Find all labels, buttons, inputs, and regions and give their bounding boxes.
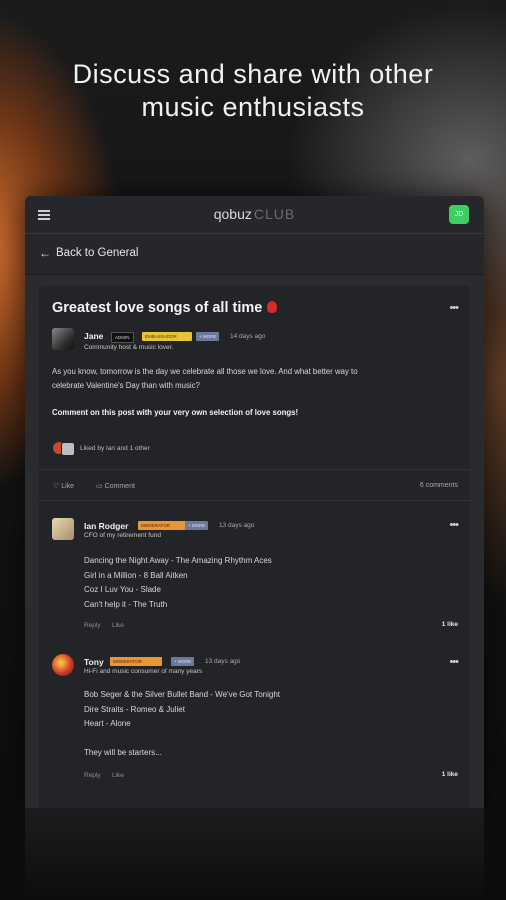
back-bar[interactable]: ← Back to General: [25, 234, 484, 275]
comment-time: 13 days ago: [205, 658, 241, 665]
like-button[interactable]: ♡ Like: [53, 482, 74, 490]
reflection: [25, 808, 484, 900]
author-subtitle: CFO of my retirement fund: [84, 532, 161, 539]
like-count: 1 like: [441, 621, 458, 628]
post-title: Greatest love songs of all time: [52, 300, 278, 316]
comment-body: Bob Seger & the Silver Bullet Band - We'…: [84, 690, 281, 757]
like-count: 1 like: [441, 771, 458, 778]
logo-text: qobuz: [213, 206, 252, 222]
post-card: Greatest love songs of all time ••• Jane…: [39, 286, 470, 808]
reply-button[interactable]: Reply: [84, 772, 101, 779]
comment-body: Dancing the Night Away - The Amazing Rhy…: [84, 556, 272, 609]
divider: [39, 469, 470, 470]
post-body: As you know, tomorrow is the day we cele…: [52, 367, 358, 390]
back-label[interactable]: Back to General: [56, 247, 138, 259]
avatar[interactable]: [52, 654, 74, 676]
headline-line-2: music enthusiasts: [141, 92, 365, 122]
post-time: 14 days ago: [230, 333, 266, 340]
comment-more-icon[interactable]: •••: [449, 656, 459, 668]
author-subtitle: Community host & music lover.: [84, 344, 174, 351]
author-subtitle: Hi-Fi and music consumer of many years: [84, 668, 203, 675]
more-badge[interactable]: + MORE: [171, 657, 195, 666]
avatar[interactable]: [52, 518, 74, 540]
reply-button[interactable]: Reply: [84, 622, 101, 629]
comment-time: 13 days ago: [219, 522, 255, 529]
more-badge[interactable]: + MORE: [185, 521, 209, 530]
rose-icon: [267, 301, 278, 313]
avatar: [61, 442, 75, 456]
comment-author[interactable]: Ian Rodger: [84, 521, 128, 531]
comment-button[interactable]: ▭ Comment: [96, 482, 135, 490]
avatar[interactable]: [52, 328, 74, 350]
comment-author[interactable]: Tony: [84, 657, 104, 667]
status-badge: MODERATOR: [138, 521, 190, 530]
headline: Discuss and share with other music enthu…: [0, 58, 506, 124]
back-arrow-icon[interactable]: ←: [39, 246, 51, 260]
status-badge: EMBASSADOR: [142, 332, 192, 341]
user-avatar[interactable]: JD: [449, 205, 469, 224]
logo-suffix: CLUB: [253, 206, 296, 222]
like-comment-button[interactable]: Like: [112, 622, 124, 629]
post-body-bold: Comment on this post with your very own …: [52, 408, 299, 417]
like-comment-button[interactable]: Like: [112, 772, 124, 779]
post-more-icon[interactable]: •••: [449, 302, 459, 314]
headline-line-1: Discuss and share with other: [72, 59, 434, 89]
divider: [39, 500, 470, 501]
app-window: qobuz CLUB JD ← Back to General Greatest …: [25, 196, 484, 808]
status-badge: ADMIN: [111, 332, 134, 343]
comments-count[interactable]: 6 comments: [420, 482, 458, 489]
liked-by[interactable]: Liked by Ian and 1 other: [80, 445, 150, 452]
app-logo: qobuz CLUB: [25, 206, 484, 222]
top-bar: qobuz CLUB JD: [25, 196, 484, 234]
post-author[interactable]: Jane: [84, 331, 103, 341]
status-badge: MODERATOR: [110, 657, 162, 666]
more-badge[interactable]: + MORE: [196, 332, 220, 341]
comment-more-icon[interactable]: •••: [449, 519, 459, 531]
